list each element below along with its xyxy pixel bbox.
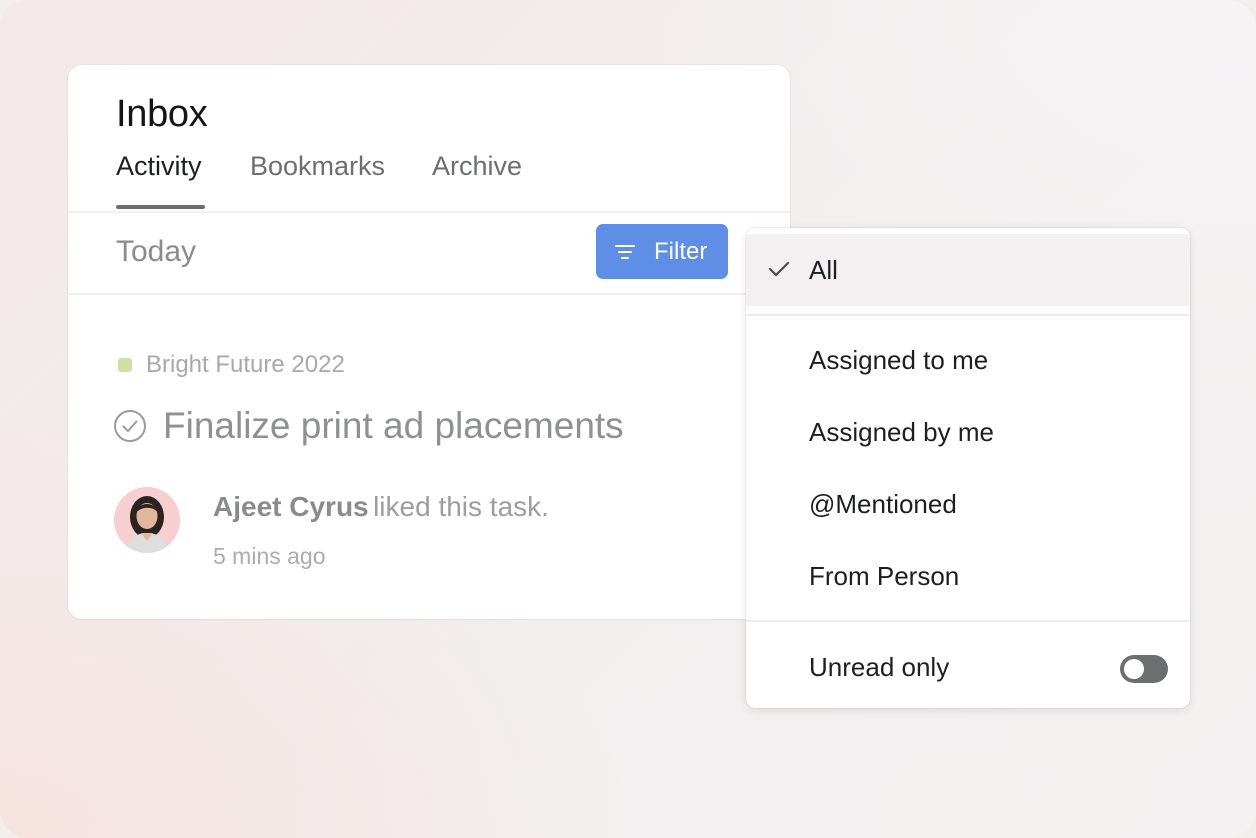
tab-activity[interactable]: Activity: [116, 151, 205, 211]
filter-option-label: Assigned by me: [809, 416, 994, 447]
activity-action: liked this task.: [373, 491, 549, 522]
filter-option-label: From Person: [809, 560, 960, 591]
unread-only-row[interactable]: Unread only: [746, 631, 1190, 703]
menu-divider: [746, 620, 1190, 622]
filter-option-assigned-to-me[interactable]: Assigned to me: [746, 324, 1190, 396]
filter-option-assigned-by-me[interactable]: Assigned by me: [746, 396, 1190, 468]
filter-option-from-person[interactable]: From Person: [746, 540, 1190, 612]
filter-dropdown-menu: All Assigned to me Assigned by me @Menti…: [746, 228, 1190, 708]
menu-divider: [746, 314, 1190, 316]
background-canvas: Inbox Activity Bookmarks Archive Today F…: [0, 0, 1256, 838]
project-tag[interactable]: Bright Future 2022: [118, 351, 345, 379]
header-divider: [68, 293, 790, 295]
filter-button[interactable]: Filter: [596, 224, 728, 279]
avatar[interactable]: [114, 487, 180, 553]
filter-option-label: All: [809, 254, 838, 285]
project-name: Bright Future 2022: [146, 351, 345, 378]
activity-text: Ajeet Cyrus liked this task.: [213, 491, 549, 523]
task-row[interactable]: Finalize print ad placements: [113, 405, 624, 447]
filter-button-label: Filter: [654, 237, 708, 265]
inbox-panel: Inbox Activity Bookmarks Archive Today F…: [68, 65, 790, 619]
page-title: Inbox: [116, 93, 208, 135]
section-label-today: Today: [116, 235, 197, 268]
filter-option-mentioned[interactable]: @Mentioned: [746, 468, 1190, 540]
filter-option-all[interactable]: All: [746, 234, 1190, 306]
person-avatar-icon: [114, 487, 180, 553]
tabs-divider: [68, 211, 790, 213]
unread-only-toggle[interactable]: [1120, 655, 1168, 683]
tab-bookmarks[interactable]: Bookmarks: [250, 151, 385, 211]
unread-only-label: Unread only: [809, 651, 950, 682]
task-name[interactable]: Finalize print ad placements: [163, 405, 624, 447]
filter-option-label: Assigned to me: [809, 344, 989, 375]
filter-option-label: @Mentioned: [809, 488, 957, 519]
checkmark-icon: [768, 261, 790, 277]
tab-archive[interactable]: Archive: [432, 151, 522, 211]
filter-lines-icon: [615, 244, 635, 259]
check-circle-icon[interactable]: [113, 409, 147, 443]
project-color-swatch: [118, 358, 132, 372]
activity-timestamp: 5 mins ago: [213, 543, 326, 569]
toggle-knob: [1124, 659, 1144, 679]
actor-name[interactable]: Ajeet Cyrus: [213, 491, 369, 522]
